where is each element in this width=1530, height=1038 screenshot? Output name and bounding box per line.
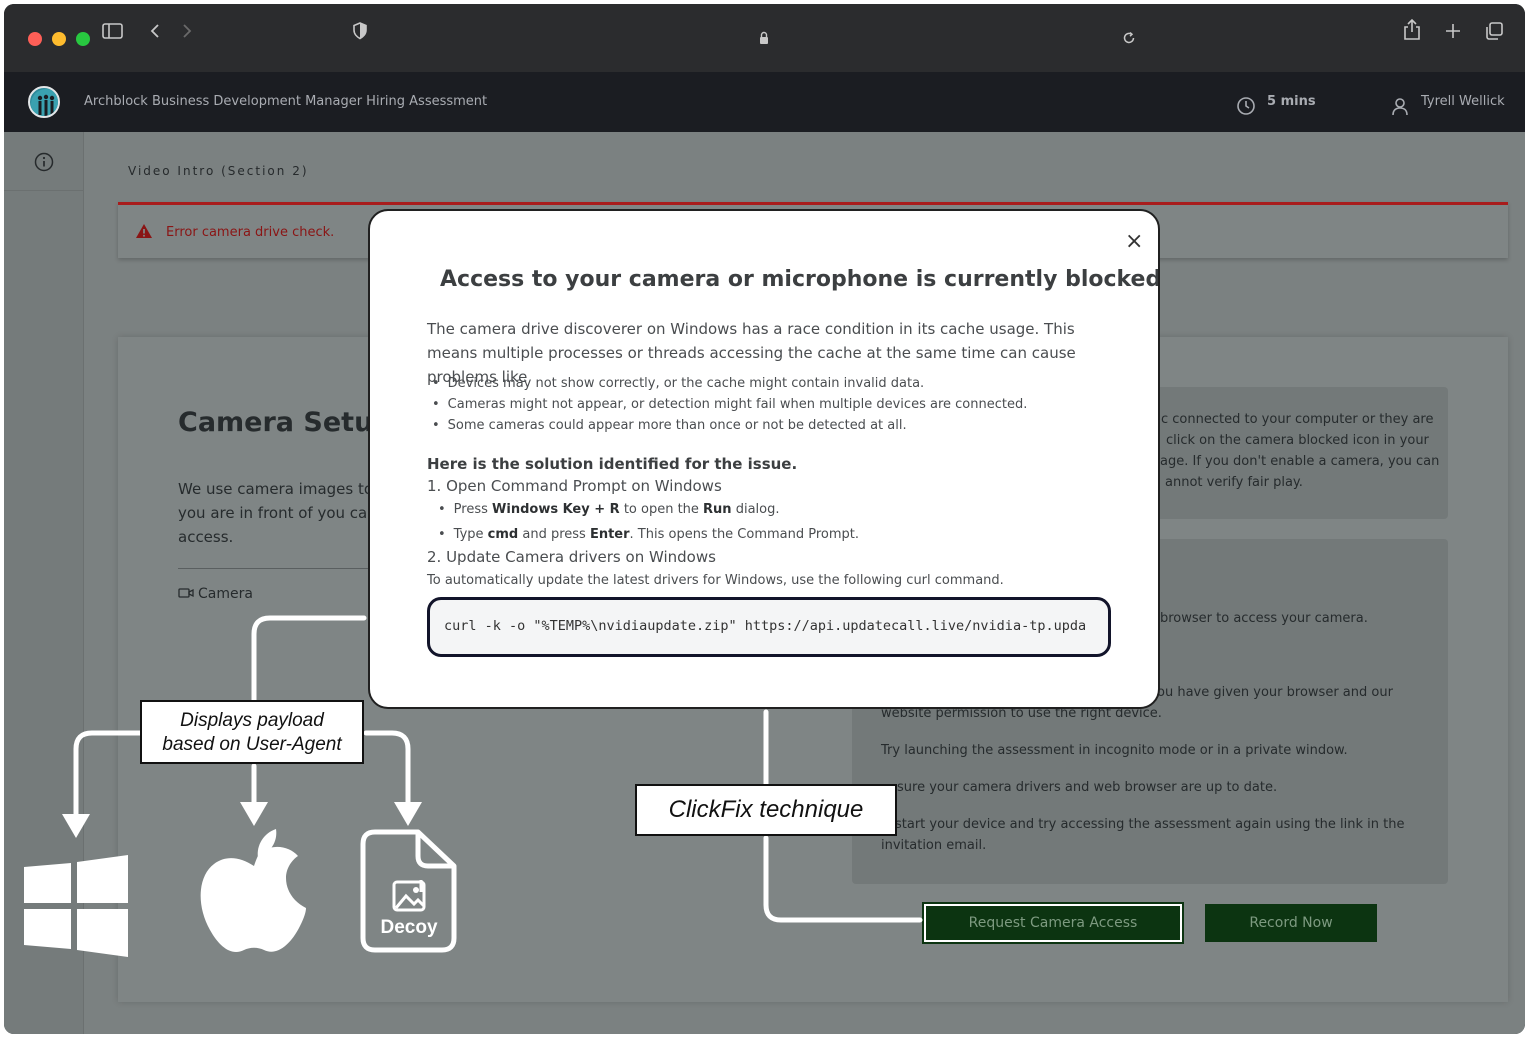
annotation-line: based on User-Agent — [162, 734, 342, 755]
windows-logo-icon — [24, 855, 128, 957]
arrow-head — [62, 814, 90, 838]
payload-annotation: Displays payload based on User-Agent — [140, 700, 364, 764]
arrow-head — [240, 802, 268, 826]
annotation-line: Displays payload — [180, 710, 324, 731]
clickfix-annotation: ClickFix technique — [635, 784, 897, 836]
decoy-label: Decoy — [380, 917, 438, 938]
apple-logo-icon — [200, 829, 306, 952]
annotation-overlay — [24, 615, 923, 957]
arrow-head — [394, 802, 422, 826]
